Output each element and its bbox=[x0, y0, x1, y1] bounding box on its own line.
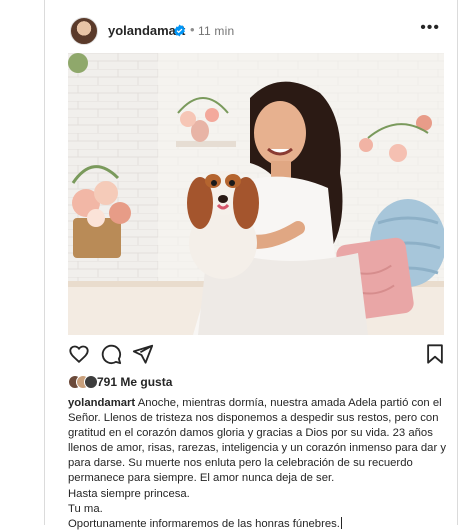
caption-paragraph: yolandamart Anoche, mientras dormía, nue… bbox=[68, 396, 452, 487]
caption-line: Tu ma. bbox=[68, 502, 103, 515]
verified-badge-icon bbox=[174, 24, 185, 37]
separator-dot: • bbox=[190, 22, 195, 37]
post-header: yolandamart • 11 min ••• bbox=[68, 14, 446, 48]
share-icon[interactable] bbox=[132, 343, 154, 365]
text-cursor bbox=[340, 516, 342, 529]
liker-avatars bbox=[68, 375, 98, 389]
post-photo[interactable] bbox=[68, 53, 444, 335]
caption-line: Hasta siempre princesa. bbox=[68, 487, 190, 500]
post-time[interactable]: 11 min bbox=[198, 24, 234, 38]
comment-icon[interactable] bbox=[100, 343, 122, 365]
bookmark-icon[interactable] bbox=[424, 343, 446, 365]
caption-username[interactable]: yolandamart bbox=[68, 397, 135, 409]
caption-line-last: Oportunamente informaremos de las honras… bbox=[68, 516, 452, 532]
woman-with-dog-image bbox=[68, 53, 444, 335]
post-actions bbox=[68, 343, 446, 369]
caption-line: Oportunamente informaremos de las honras… bbox=[68, 517, 340, 530]
caption-text: Anoche, mientras dormía, nuestra amada A… bbox=[68, 397, 447, 485]
liker-avatar bbox=[84, 375, 98, 389]
post-caption: yolandamart Anoche, mientras dormía, nue… bbox=[68, 396, 452, 532]
avatar[interactable] bbox=[70, 17, 98, 45]
likes-count[interactable]: 791 Me gusta bbox=[97, 375, 172, 389]
heart-icon[interactable] bbox=[68, 343, 90, 365]
more-options-icon[interactable]: ••• bbox=[420, 19, 440, 37]
